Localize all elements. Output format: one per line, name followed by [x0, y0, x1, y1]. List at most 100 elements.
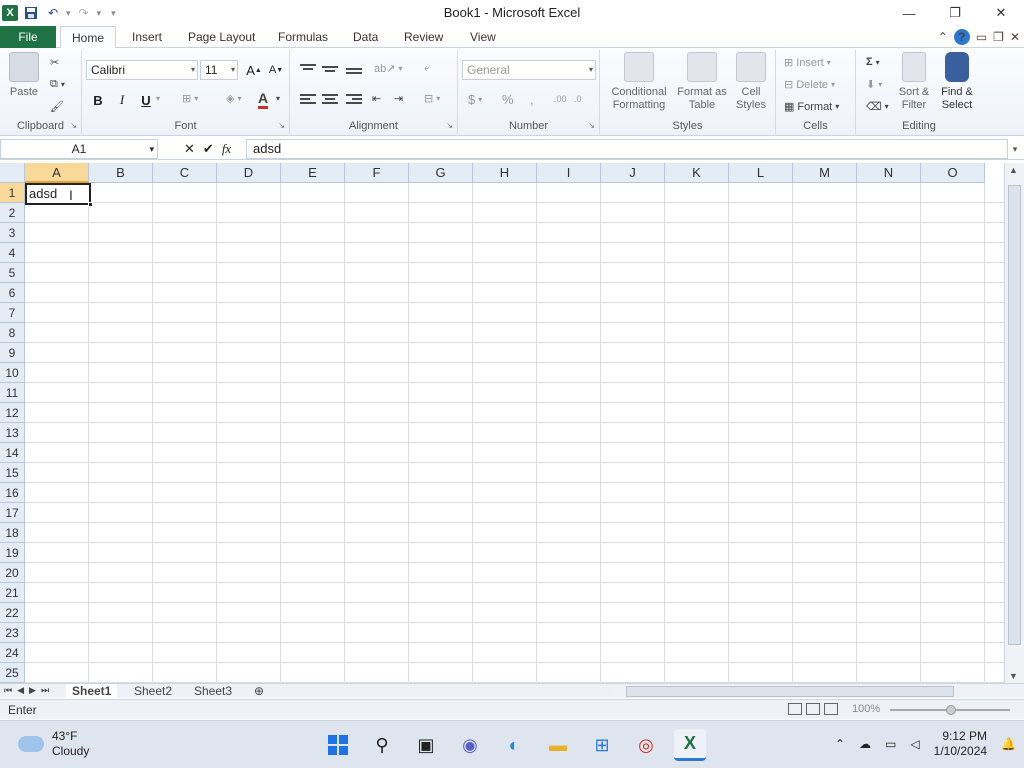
clock[interactable]: 9:12 PM 1/10/2024: [934, 729, 987, 759]
align-top-icon[interactable]: [300, 64, 316, 78]
row-header[interactable]: 5: [0, 263, 25, 283]
conditional-formatting-button[interactable]: Conditional Formatting: [606, 52, 672, 112]
edge-browser-icon[interactable]: ◐: [498, 729, 530, 761]
weather-widget[interactable]: 43°F Cloudy: [18, 729, 89, 759]
underline-dropdown-icon[interactable]: ▾: [156, 94, 160, 103]
row-header[interactable]: 6: [0, 283, 25, 303]
tab-file[interactable]: File: [0, 26, 56, 48]
zoom-slider-knob[interactable]: [946, 705, 956, 715]
fill-color-icon[interactable]: ◈ ▾: [226, 92, 241, 105]
row-header[interactable]: 24: [0, 643, 25, 663]
bold-button[interactable]: B: [88, 90, 108, 110]
row-header[interactable]: 16: [0, 483, 25, 503]
zoom-slider[interactable]: [890, 705, 1010, 715]
store-icon[interactable]: ⊞: [586, 729, 618, 761]
tab-home[interactable]: Home: [60, 26, 116, 49]
select-all-corner[interactable]: [0, 163, 25, 183]
minimize-ribbon-icon[interactable]: ⌃: [938, 30, 948, 44]
font-color-icon[interactable]: A: [258, 90, 269, 109]
restore-icon[interactable]: ❐: [932, 0, 978, 26]
sheet-tab-sheet3[interactable]: Sheet3: [194, 684, 232, 699]
align-center-icon[interactable]: [322, 94, 338, 108]
underline-button[interactable]: U: [136, 90, 156, 110]
number-launcher-icon[interactable]: ↘: [588, 121, 595, 130]
copy-icon[interactable]: ⧉ ▾: [50, 78, 65, 91]
file-explorer-icon[interactable]: ▬: [542, 729, 574, 761]
cut-icon[interactable]: ✂: [50, 56, 59, 69]
align-right-icon[interactable]: [346, 94, 362, 108]
align-middle-icon[interactable]: [322, 66, 338, 80]
worksheet-grid[interactable]: ABCDEFGHIJKLMNO 1 2 3 4 5 6 7 8 9 10 11 12 13 14 15 16 1…: [0, 163, 1004, 683]
format-as-table-button[interactable]: Format as Table: [674, 52, 730, 112]
row-header[interactable]: 25: [0, 663, 25, 683]
column-header[interactable]: H: [473, 163, 537, 183]
align-bottom-icon[interactable]: [346, 68, 362, 82]
row-header[interactable]: 14: [0, 443, 25, 463]
paste-button[interactable]: Paste: [6, 52, 42, 99]
row-header[interactable]: 19: [0, 543, 25, 563]
row-header[interactable]: 4: [0, 243, 25, 263]
close-icon[interactable]: ✕: [978, 0, 1024, 26]
row-header[interactable]: 2: [0, 203, 25, 223]
italic-button[interactable]: I: [112, 90, 132, 110]
onedrive-icon[interactable]: ☁: [859, 737, 871, 751]
minimize-icon[interactable]: —: [886, 0, 932, 26]
column-header[interactable]: I: [537, 163, 601, 183]
font-name-dropdown[interactable]: Calibri ▾: [86, 60, 198, 80]
column-header[interactable]: C: [153, 163, 217, 183]
column-header[interactable]: J: [601, 163, 665, 183]
align-left-icon[interactable]: [300, 94, 316, 108]
last-sheet-icon[interactable]: ⏭: [41, 685, 49, 696]
clear-icon[interactable]: ⌫ ▾: [866, 100, 889, 113]
column-header[interactable]: F: [345, 163, 409, 183]
first-sheet-icon[interactable]: ⏮: [4, 685, 12, 696]
expand-formula-bar-icon[interactable]: ▾: [1008, 139, 1022, 159]
show-hidden-icons-icon[interactable]: ⌃: [835, 737, 845, 751]
prev-sheet-icon[interactable]: ◀: [17, 685, 24, 696]
row-header[interactable]: 15: [0, 463, 25, 483]
sort-filter-button[interactable]: Sort & Filter: [894, 52, 934, 112]
row-header[interactable]: 22: [0, 603, 25, 623]
vertical-scrollbar[interactable]: ▲ ▼: [1004, 163, 1024, 683]
column-header[interactable]: M: [793, 163, 857, 183]
decrease-indent-icon[interactable]: ⇤: [372, 92, 381, 105]
page-break-view-icon[interactable]: [824, 703, 838, 715]
percent-button[interactable]: %: [502, 92, 514, 107]
teams-chat-icon[interactable]: ◉: [454, 729, 486, 761]
insert-sheet-icon[interactable]: ⊕: [254, 684, 264, 699]
column-header[interactable]: K: [665, 163, 729, 183]
name-box[interactable]: A1 ▾: [0, 139, 158, 159]
increase-decimal-icon[interactable]: .00: [554, 94, 567, 104]
currency-button[interactable]: $ ▾: [468, 92, 482, 107]
column-header[interactable]: B: [89, 163, 153, 183]
cancel-entry-icon[interactable]: ✕: [184, 141, 195, 157]
workbook-close-icon[interactable]: ✕: [1010, 30, 1020, 44]
tab-formulas[interactable]: Formulas: [272, 26, 334, 48]
confirm-entry-icon[interactable]: ✔: [203, 141, 214, 157]
tab-page-layout[interactable]: Page Layout: [182, 26, 261, 48]
formula-input[interactable]: adsd: [246, 139, 1008, 159]
borders-icon[interactable]: ⊞ ▾: [182, 92, 198, 105]
horizontal-scrollbar[interactable]: [614, 685, 1000, 698]
column-header[interactable]: O: [921, 163, 985, 183]
workbook-restore-icon[interactable]: ❐: [993, 30, 1004, 44]
font-launcher-icon[interactable]: ↘: [278, 121, 285, 130]
increase-indent-icon[interactable]: ⇥: [394, 92, 403, 105]
font-color-dropdown-icon[interactable]: ▾: [276, 94, 280, 103]
row-header[interactable]: 9: [0, 343, 25, 363]
insert-cells-button[interactable]: ⊞ Insert ▾: [784, 56, 831, 70]
decrease-decimal-icon[interactable]: .0: [574, 94, 582, 104]
cell-grid[interactable]: [25, 183, 1004, 683]
row-header[interactable]: 8: [0, 323, 25, 343]
font-size-dropdown[interactable]: 11 ▾: [200, 60, 238, 80]
tab-review[interactable]: Review: [398, 26, 449, 48]
column-header[interactable]: D: [217, 163, 281, 183]
workbook-minimize-icon[interactable]: ▭: [976, 30, 987, 44]
format-cells-button[interactable]: ▦ Format ▾: [784, 100, 839, 114]
column-header[interactable]: N: [857, 163, 921, 183]
row-header[interactable]: 1: [0, 183, 25, 203]
fill-icon[interactable]: ⬇ ▾: [866, 78, 882, 91]
scroll-down-icon[interactable]: ▼: [1009, 671, 1018, 681]
column-header[interactable]: A: [25, 163, 89, 183]
find-select-button[interactable]: Find & Select: [936, 52, 978, 112]
